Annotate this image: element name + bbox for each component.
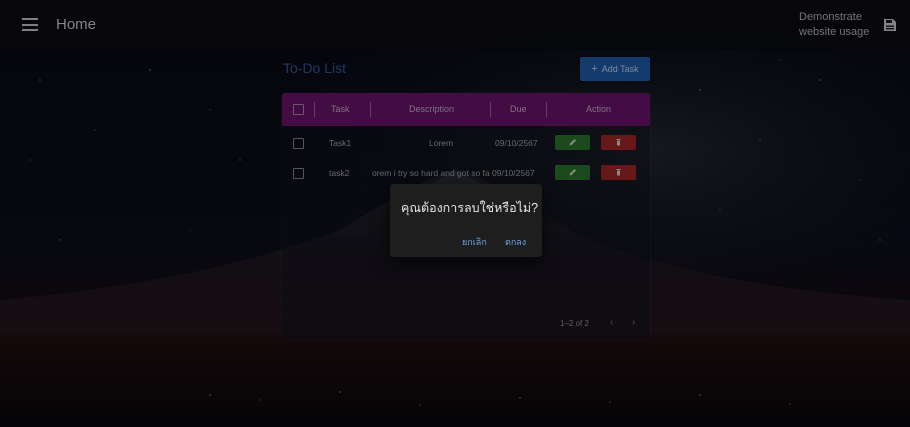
dialog-message: คุณต้องการลบใช่หรือไม่?: [401, 201, 539, 215]
dialog-confirm-button[interactable]: ตกลง: [505, 235, 526, 249]
dialog-cancel-button[interactable]: ยกเลิก: [462, 235, 487, 249]
confirm-delete-dialog: คุณต้องการลบใช่หรือไม่? ยกเลิก ตกลง: [390, 184, 542, 257]
